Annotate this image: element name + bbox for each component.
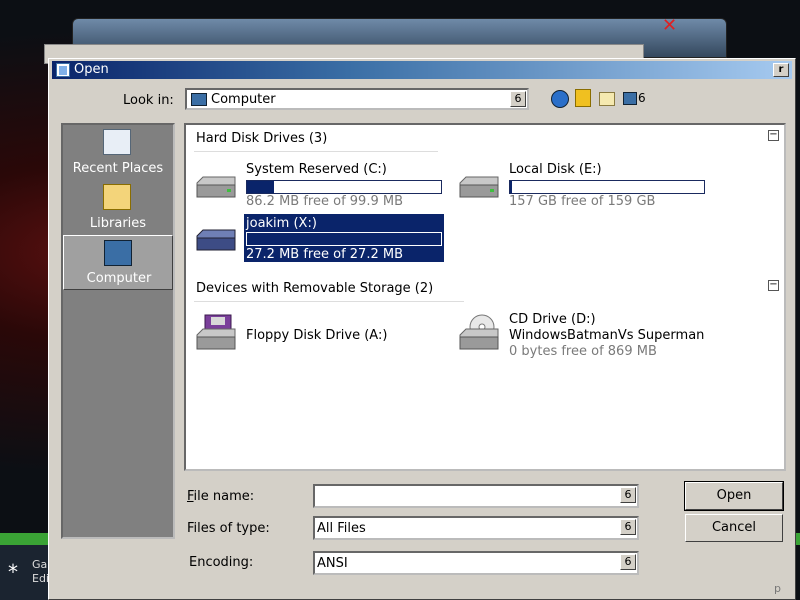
drive-name: Floppy Disk Drive (A:) <box>246 328 388 343</box>
encoding-label: Encoding: <box>189 555 254 570</box>
drive-usage-bar <box>246 232 442 246</box>
drive-name: System Reserved (C:) <box>246 162 387 177</box>
files-of-type-dropdown-button[interactable]: 6 <box>620 519 636 535</box>
drive-free-space: 86.2 MB free of 99.9 MB <box>246 194 403 209</box>
file-name-input[interactable]: 6 <box>313 484 639 508</box>
drive-usage-bar <box>246 180 442 194</box>
dialog-titlebar[interactable]: Open r <box>52 61 792 79</box>
open-dialog: Open r Look in: Computer 6 6 Recent Plac… <box>48 58 796 600</box>
up-folder-icon[interactable] <box>575 89 591 107</box>
drive-usage-fill <box>247 181 275 193</box>
file-list-view[interactable]: Hard Disk Drives (3) − System Reserved (… <box>184 123 786 471</box>
computer-icon <box>191 93 207 106</box>
drive-name: CD Drive (D:) <box>509 312 596 327</box>
look-in-value: Computer <box>211 92 276 107</box>
places-bar: Recent Places Libraries Computer <box>61 123 175 539</box>
encoding-select[interactable]: ANSI 6 <box>313 551 639 575</box>
file-name-dropdown-button[interactable]: 6 <box>620 487 636 503</box>
group-header-removable[interactable]: Devices with Removable Storage (2) <box>196 281 433 296</box>
new-folder-icon[interactable] <box>599 92 615 106</box>
file-name-label: File name: <box>187 489 255 504</box>
drive-free-space: 27.2 MB free of 27.2 MB <box>246 247 403 262</box>
place-recent[interactable]: Recent Places <box>63 125 173 180</box>
files-of-type-label: Files of type: <box>187 521 270 536</box>
place-libraries[interactable]: Libraries <box>63 180 173 235</box>
look-in-label: Look in: <box>123 93 174 108</box>
progress-strip <box>0 533 50 545</box>
cd-drive-icon <box>459 314 499 350</box>
collapse-icon[interactable]: − <box>768 280 779 291</box>
group-divider <box>194 301 464 302</box>
notepad-icon <box>56 63 70 77</box>
drive-free-space: 0 bytes free of 869 MB <box>509 344 657 359</box>
network-drive-icon <box>196 229 236 251</box>
look-in-combo[interactable]: Computer 6 <box>185 88 529 110</box>
drive-volume-label: WindowsBatmanVs Superman <box>509 328 705 343</box>
drive-usage-fill <box>510 181 512 193</box>
collapse-icon[interactable]: − <box>768 130 779 141</box>
floppy-drive-icon <box>196 314 236 350</box>
close-button[interactable]: r <box>773 63 789 77</box>
place-label: Recent Places <box>72 161 164 176</box>
cancel-button[interactable]: Cancel <box>685 514 783 542</box>
files-of-type-value: All Files <box>317 521 366 536</box>
back-icon[interactable] <box>551 90 569 108</box>
group-header-hard-disks[interactable]: Hard Disk Drives (3) <box>196 131 327 146</box>
group-divider <box>194 151 438 152</box>
open-button[interactable]: Open <box>684 481 784 511</box>
recent-places-icon <box>103 129 131 155</box>
dialog-title: Open <box>74 62 109 77</box>
place-label: Libraries <box>89 216 147 231</box>
encoding-dropdown-button[interactable]: 6 <box>620 554 636 570</box>
look-in-dropdown-button[interactable]: 6 <box>510 91 526 107</box>
star-icon[interactable]: * <box>8 560 18 584</box>
resize-grip-icon[interactable]: p <box>774 582 781 595</box>
encoding-value: ANSI <box>317 556 348 571</box>
views-icon[interactable] <box>623 92 637 105</box>
computer-icon <box>104 240 132 266</box>
hard-drive-icon <box>196 176 236 198</box>
files-of-type-select[interactable]: All Files 6 <box>313 516 639 540</box>
libraries-icon <box>103 184 131 210</box>
place-label: Computer <box>86 271 152 286</box>
hard-drive-icon <box>459 176 499 198</box>
drive-name: joakim (X:) <box>246 216 317 231</box>
drive-name: Local Disk (E:) <box>509 162 602 177</box>
drive-usage-bar <box>509 180 705 194</box>
place-computer[interactable]: Computer <box>63 235 173 290</box>
file-name-label-rest: ile name: <box>193 489 255 504</box>
background-close-icon[interactable]: ✕ <box>662 15 677 36</box>
views-dropdown-icon[interactable]: 6 <box>638 91 646 105</box>
drive-free-space: 157 GB free of 159 GB <box>509 194 656 209</box>
